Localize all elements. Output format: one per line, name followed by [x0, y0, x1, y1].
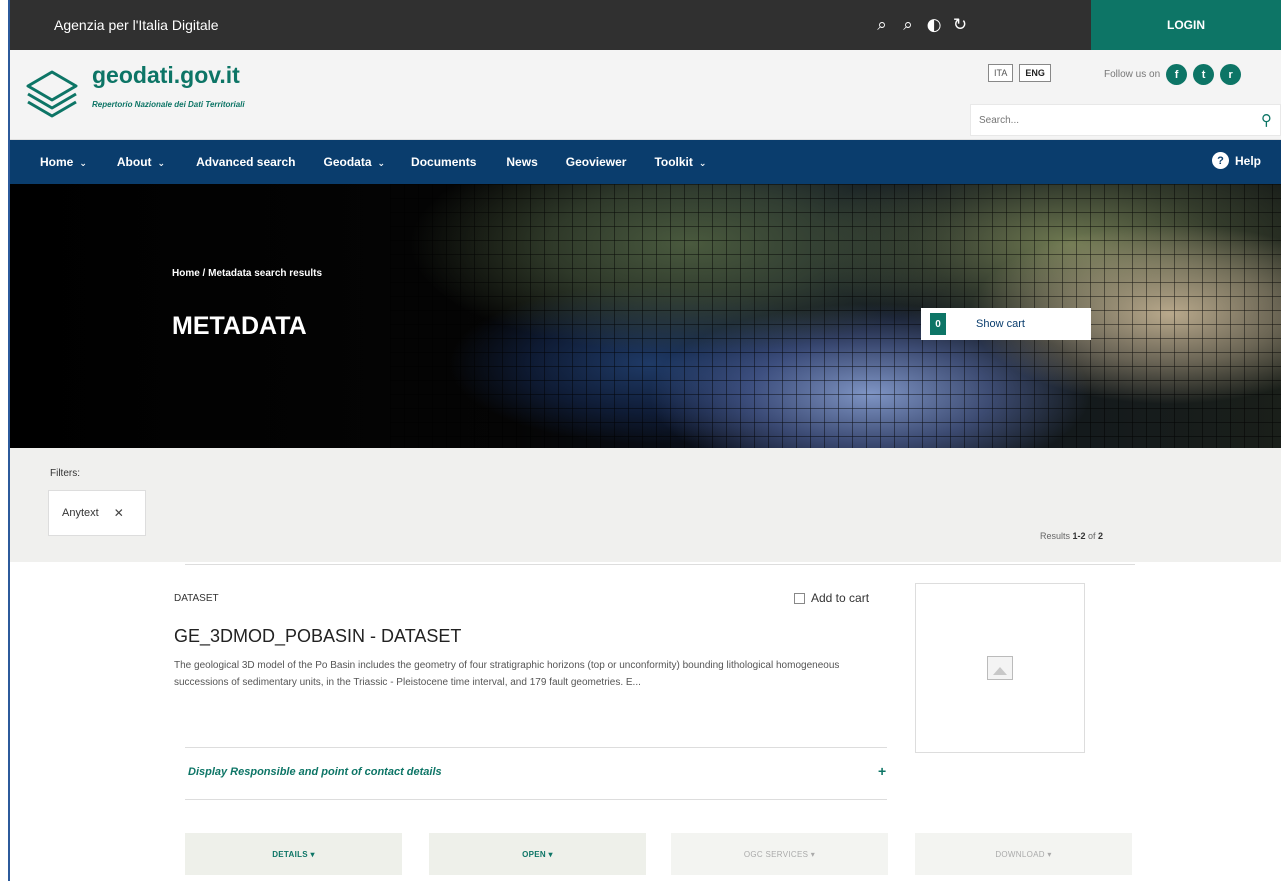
agency-link[interactable]: Agenzia per l'Italia Digitale	[54, 17, 219, 33]
nav-item-toolkit[interactable]: Toolkit ⌄	[654, 155, 706, 169]
nav-item-documents[interactable]: Documents	[411, 155, 476, 169]
hero-banner: Home / Metadata search results METADATA …	[10, 184, 1281, 448]
nav-item-advanced-search[interactable]: Advanced search	[196, 155, 295, 169]
nav-item-news[interactable]: News	[506, 155, 537, 169]
social-links: Follow us on f t r	[1104, 64, 1242, 85]
lang-eng-button[interactable]: ENG	[1019, 64, 1051, 82]
login-button[interactable]: LOGIN	[1091, 0, 1281, 50]
search-icon[interactable]: ⚲	[1261, 111, 1272, 129]
map-background	[390, 184, 1281, 448]
results-count: Results 1-2 of 2	[1040, 531, 1104, 541]
help-button[interactable]: ? Help	[1211, 152, 1261, 169]
breadcrumb[interactable]: Home / Metadata search results	[172, 268, 322, 279]
divider	[185, 799, 887, 800]
open-button[interactable]: OPEN ▾	[429, 833, 646, 875]
zoom-out-icon[interactable]: ⌕	[898, 15, 918, 35]
site-title[interactable]: geodati.gov.it	[92, 62, 240, 89]
details-button[interactable]: DETAILS ▾	[185, 833, 402, 875]
layers-logo-icon[interactable]	[24, 64, 80, 124]
search-input[interactable]	[971, 105, 1241, 135]
nav-item-about[interactable]: About ⌄	[117, 155, 165, 169]
facebook-icon[interactable]: f	[1166, 64, 1188, 85]
nav-item-home[interactable]: Home ⌄	[40, 155, 87, 169]
divider	[185, 747, 887, 748]
lang-ita-button[interactable]: ITA	[988, 64, 1014, 82]
filters-bar: Filters: Anytext ✕	[10, 448, 1281, 562]
search-box: ⚲	[970, 104, 1281, 136]
add-to-cart-label: Add to cart	[811, 591, 870, 605]
nav-item-geodata[interactable]: Geodata ⌄	[323, 155, 385, 169]
nav-item-geoviewer[interactable]: Geoviewer	[566, 155, 627, 169]
chevron-down-icon: ⌄	[377, 159, 386, 169]
rss-icon[interactable]: r	[1220, 64, 1242, 85]
chevron-down-icon: ⌄	[79, 159, 87, 169]
contact-details-toggle[interactable]: Display Responsible and point of contact…	[188, 766, 442, 778]
filter-chip-label: Anytext	[62, 507, 99, 519]
add-to-cart-checkbox[interactable]: Add to cart	[794, 591, 869, 605]
divider	[185, 564, 1135, 565]
show-cart-button[interactable]: 0 Show cart	[921, 308, 1091, 340]
result-type-label: DATASET	[174, 593, 219, 604]
accessibility-tools: ⌕ ⌕ ◐ ↻	[872, 0, 970, 50]
download-button[interactable]: DOWNLOAD ▾	[915, 833, 1132, 875]
chevron-down-icon: ⌄	[698, 159, 707, 169]
zoom-in-icon[interactable]: ⌕	[872, 15, 892, 35]
main-nav: Home ⌄ About ⌄ Advanced search Geodata ⌄ Do…	[10, 140, 1281, 184]
page-title: METADATA	[172, 312, 307, 340]
filter-chip-anytext: Anytext ✕	[48, 490, 146, 536]
help-icon: ?	[1211, 152, 1229, 169]
result-thumbnail	[915, 583, 1085, 753]
checkbox-icon[interactable]	[794, 592, 805, 604]
result-title[interactable]: GE_3DMOD_POBASIN - DATASET	[174, 626, 461, 647]
ogc-services-button[interactable]: OGC SERVICES ▾	[671, 833, 888, 875]
language-switcher: ITA ENG	[988, 64, 1051, 82]
site-subtitle: Repertorio Nazionale dei Dati Territoria…	[92, 100, 245, 109]
window-frame	[0, 0, 10, 881]
expand-plus-icon[interactable]: +	[878, 763, 886, 779]
cart-count-badge: 0	[930, 313, 946, 335]
reset-icon[interactable]: ↻	[950, 15, 970, 35]
result-description: The geological 3D model of the Po Basin …	[174, 660, 840, 688]
chevron-down-icon: ⌄	[157, 159, 166, 169]
show-cart-label: Show cart	[976, 318, 1025, 330]
site-header: geodati.gov.it Repertorio Nazionale dei …	[10, 50, 1281, 140]
image-placeholder-icon	[987, 656, 1013, 680]
page: Agenzia per l'Italia Digitale ⌕ ⌕ ◐ ↻ LO…	[10, 0, 1281, 881]
follow-label: Follow us on	[1104, 69, 1161, 80]
top-bar: Agenzia per l'Italia Digitale ⌕ ⌕ ◐ ↻ LO…	[10, 0, 1281, 50]
help-label: Help	[1234, 153, 1261, 168]
contrast-icon[interactable]: ◐	[924, 15, 944, 35]
close-icon[interactable]: ✕	[114, 506, 124, 520]
filters-label: Filters:	[50, 468, 80, 479]
twitter-icon[interactable]: t	[1193, 64, 1215, 85]
